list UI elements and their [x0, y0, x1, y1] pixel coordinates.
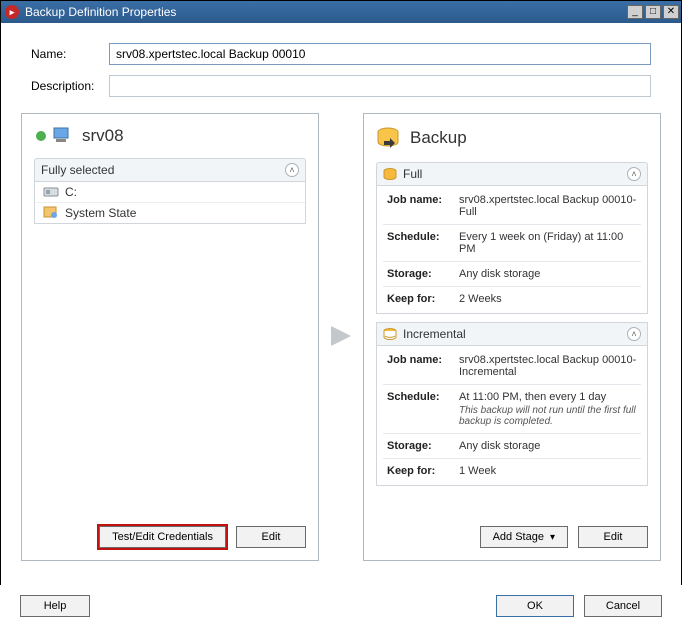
- incremental-icon: [383, 327, 397, 341]
- chevron-up-icon[interactable]: ˄: [627, 327, 641, 341]
- incremental-heading: Incremental: [403, 327, 466, 341]
- app-icon: ▸: [5, 5, 19, 19]
- name-row: Name:: [1, 23, 681, 69]
- inc-sto-v: Any disk storage: [459, 440, 641, 452]
- fully-selected-label: Fully selected: [41, 163, 114, 177]
- window-title: Backup Definition Properties: [25, 5, 627, 19]
- full-heading: Full: [403, 167, 422, 181]
- inc-sch-sub: This backup will not run until the first…: [459, 405, 641, 427]
- disk-icon: [43, 186, 59, 198]
- test-edit-credentials-button[interactable]: Test/Edit Credentials: [99, 526, 226, 548]
- full-sto-k: Storage:: [387, 268, 451, 280]
- full-keep-v: 2 Weeks: [459, 293, 641, 305]
- drive-row[interactable]: C:: [35, 182, 305, 203]
- window-controls: _ □ ✕: [627, 5, 679, 19]
- fully-selected-header[interactable]: Fully selected ˄: [34, 158, 306, 182]
- name-label: Name:: [31, 47, 109, 61]
- source-button-row: Test/Edit Credentials Edit: [34, 514, 306, 548]
- footer: Help OK Cancel: [0, 585, 682, 631]
- chevron-up-icon[interactable]: ˄: [627, 167, 641, 181]
- incremental-section-header[interactable]: Incremental ˄: [376, 322, 648, 346]
- description-input[interactable]: [109, 75, 651, 97]
- full-sto-v: Any disk storage: [459, 268, 641, 280]
- full-body: Job name: srv08.xpertstec.local Backup 00…: [376, 186, 648, 314]
- inc-keep-v: 1 Week: [459, 465, 641, 477]
- close-button[interactable]: ✕: [663, 5, 679, 19]
- maximize-button[interactable]: □: [645, 5, 661, 19]
- selection-tree: C: System State: [34, 182, 306, 224]
- inc-sch-v: At 11:00 PM, then every 1 day This backu…: [459, 391, 641, 427]
- inc-job-k: Job name:: [387, 354, 451, 378]
- system-state-row[interactable]: System State: [35, 203, 305, 223]
- system-state-icon: [43, 206, 59, 220]
- titlebar: ▸ Backup Definition Properties _ □ ✕: [1, 1, 681, 23]
- inc-sch-main: At 11:00 PM, then every 1 day: [459, 391, 606, 403]
- full-keep-k: Keep for:: [387, 293, 451, 305]
- backup-button-row: Add Stage Edit: [376, 514, 648, 548]
- full-sch-v: Every 1 week on (Friday) at 11:00 PM: [459, 231, 641, 255]
- name-input[interactable]: [109, 43, 651, 65]
- inc-sto-k: Storage:: [387, 440, 451, 452]
- drive-label: C:: [65, 185, 77, 199]
- backup-panel: Backup Full ˄ Job name: srv08.xpertstec.l…: [363, 113, 661, 561]
- add-stage-button[interactable]: Add Stage: [480, 526, 568, 548]
- description-label: Description:: [31, 79, 109, 93]
- description-row: Description:: [1, 69, 681, 101]
- full-job-k: Job name:: [387, 194, 451, 218]
- help-button[interactable]: Help: [20, 595, 90, 617]
- full-job-v: srv08.xpertstec.local Backup 00010-Full: [459, 194, 641, 218]
- incremental-body: Job name: srv08.xpertstec.local Backup 00…: [376, 346, 648, 486]
- backup-title: Backup: [410, 128, 467, 148]
- source-header: srv08: [34, 126, 306, 146]
- inc-keep-k: Keep for:: [387, 465, 451, 477]
- full-icon: [383, 167, 397, 181]
- source-edit-button[interactable]: Edit: [236, 526, 306, 548]
- source-panel: srv08 Fully selected ˄ C: System State T…: [21, 113, 319, 561]
- server-name: srv08: [82, 126, 124, 146]
- arrow-icon: [329, 322, 353, 353]
- backup-icon: [376, 126, 402, 150]
- chevron-up-icon[interactable]: ˄: [285, 163, 299, 177]
- ok-button[interactable]: OK: [496, 595, 574, 617]
- backup-header: Backup: [376, 126, 648, 150]
- inc-job-v: srv08.xpertstec.local Backup 00010-Incre…: [459, 354, 641, 378]
- system-state-label: System State: [65, 206, 136, 220]
- full-sch-k: Schedule:: [387, 231, 451, 255]
- minimize-button[interactable]: _: [627, 5, 643, 19]
- inc-sch-k: Schedule:: [387, 391, 451, 427]
- server-icon: [34, 126, 74, 146]
- full-section-header[interactable]: Full ˄: [376, 162, 648, 186]
- cancel-button[interactable]: Cancel: [584, 595, 662, 617]
- backup-edit-button[interactable]: Edit: [578, 526, 648, 548]
